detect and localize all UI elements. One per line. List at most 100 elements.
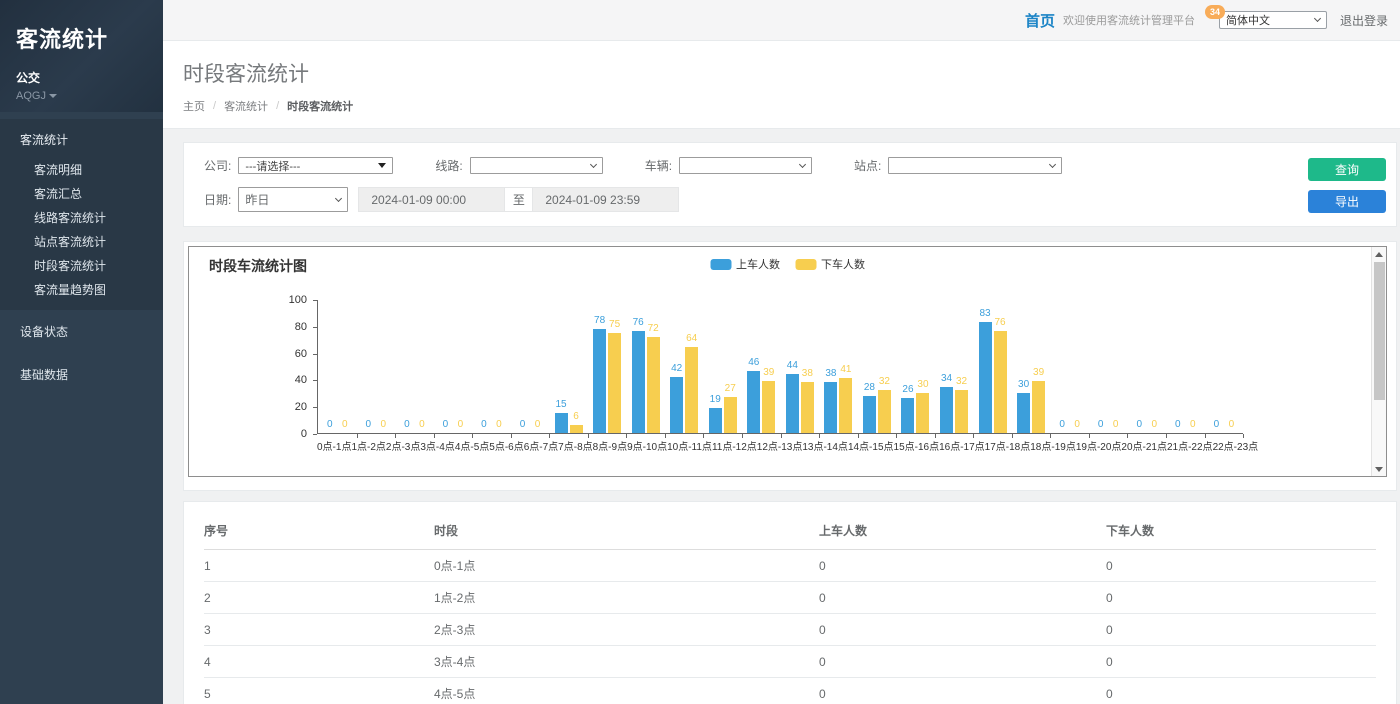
bar-上车人数[interactable] (632, 331, 645, 433)
bar-上车人数[interactable] (863, 396, 876, 434)
date-start-input[interactable]: 2024-01-09 00:00 (358, 187, 505, 212)
bar-上车人数[interactable] (670, 377, 683, 433)
sidebar: 客流统计 公交 AQGJ 客流统计 客流明细客流汇总线路客流统计站点客流统计时段… (0, 0, 163, 704)
line-label: 线路: (435, 157, 462, 174)
sidebar-item-sub[interactable]: 线路客流统计 (0, 206, 163, 230)
bar-下车人数[interactable] (647, 337, 660, 434)
bar-value-label: 0 (381, 419, 387, 430)
table-row: 21点-2点00 (204, 582, 1376, 614)
bar-上车人数[interactable] (786, 374, 799, 433)
legend-item[interactable]: 上车人数 (710, 256, 780, 272)
table-cell: 0点-1点 (434, 550, 819, 582)
bar-下车人数[interactable] (762, 381, 775, 433)
bar-value-label: 0 (496, 419, 502, 430)
x-axis-tick-label: 13点-14点 (802, 438, 848, 453)
table-cell: 0 (1106, 678, 1376, 704)
home-link[interactable]: 首页 (1025, 10, 1055, 31)
bar-value-label: 44 (787, 360, 798, 371)
chevron-down-icon (1049, 160, 1056, 167)
breadcrumb-item[interactable]: 客流统计 (224, 98, 268, 114)
company-select[interactable]: ---请选择--- (238, 157, 393, 174)
legend-item[interactable]: 下车人数 (795, 256, 865, 272)
sidebar-item[interactable]: 设备状态 (0, 310, 163, 353)
notification-badge[interactable]: 34 (1205, 5, 1225, 19)
bar-下车人数[interactable] (1032, 381, 1045, 433)
bar-上车人数[interactable] (824, 382, 837, 433)
table-row: 54点-5点00 (204, 678, 1376, 704)
x-axis-tick-label: 21点-22点 (1167, 438, 1213, 453)
sidebar-item-passenger-stats[interactable]: 客流统计 (0, 119, 163, 158)
bar-上车人数[interactable] (709, 408, 722, 434)
chevron-down-icon (49, 94, 57, 98)
bar-value-label: 46 (748, 357, 759, 368)
sidebar-item-sub[interactable]: 站点客流统计 (0, 230, 163, 254)
language-select[interactable]: 简体中文 (1219, 11, 1327, 29)
bar-下车人数[interactable] (994, 331, 1007, 433)
chart-category-group: 7875 (588, 300, 627, 433)
station-select[interactable] (888, 157, 1062, 174)
bar-下车人数[interactable] (724, 397, 737, 433)
logout-link[interactable]: 退出登录 (1340, 12, 1388, 29)
bar-wrapper: 27 (724, 397, 737, 433)
bar-value-label: 0 (366, 419, 372, 430)
scrollbar-down-arrow-icon[interactable] (1372, 462, 1386, 476)
chart-category-group: 00 (434, 300, 473, 433)
bar-上车人数[interactable] (747, 371, 760, 433)
sidebar-item[interactable]: 基础数据 (0, 353, 163, 396)
x-axis-tick-label: 4点-5点 (455, 438, 489, 453)
query-button[interactable]: 查询 (1308, 158, 1386, 181)
sidebar-item-sub[interactable]: 客流汇总 (0, 182, 163, 206)
export-button[interactable]: 导出 (1308, 190, 1386, 213)
y-axis-tick-label: 100 (189, 294, 307, 306)
breadcrumb-item[interactable]: 主页 (183, 98, 205, 114)
table-cell: 0 (819, 678, 1106, 704)
legend-swatch-icon (795, 259, 816, 270)
bar-下车人数[interactable] (839, 378, 852, 433)
bar-value-label: 0 (1074, 419, 1080, 430)
bar-下车人数[interactable] (685, 347, 698, 433)
bar-value-label: 78 (594, 315, 605, 326)
scrollbar-thumb[interactable] (1374, 262, 1385, 400)
table-cell: 1 (204, 550, 434, 582)
table-cell: 2点-3点 (434, 614, 819, 646)
org-code-dropdown[interactable]: AQGJ (16, 90, 147, 102)
bar-下车人数[interactable] (801, 382, 814, 433)
bar-下车人数[interactable] (570, 425, 583, 433)
bar-上车人数[interactable] (901, 398, 914, 433)
bar-下车人数[interactable] (916, 393, 929, 433)
vehicle-select[interactable] (679, 157, 812, 174)
chart-category-group: 2630 (896, 300, 935, 433)
bar-上车人数[interactable] (555, 413, 568, 433)
chart-category-group: 00 (472, 300, 511, 433)
sidebar-item-sub[interactable]: 客流明细 (0, 158, 163, 182)
x-axis-tick-label: 9点-10点 (627, 438, 667, 453)
bar-上车人数[interactable] (979, 322, 992, 433)
bar-wrapper: 34 (940, 387, 953, 433)
chevron-down-icon (590, 160, 597, 167)
date-end-input[interactable]: 2024-01-09 23:59 (532, 187, 679, 212)
chart-category-group: 00 (1205, 300, 1244, 433)
table-cell: 3 (204, 614, 434, 646)
chart-category-group: 3432 (935, 300, 974, 433)
chart-scrollbar[interactable] (1371, 247, 1386, 476)
sidebar-item-active[interactable]: 时段客流统计 (0, 254, 163, 278)
chart-category-group: 00 (1089, 300, 1128, 433)
bar-上车人数[interactable] (593, 329, 606, 434)
bar-下车人数[interactable] (608, 333, 621, 434)
vehicle-label: 车辆: (645, 157, 672, 174)
x-axis-tick-label: 14点-15点 (848, 438, 894, 453)
bar-上车人数[interactable] (1017, 393, 1030, 433)
legend-swatch-icon (710, 259, 731, 270)
table-row: 43点-4点00 (204, 646, 1376, 678)
date-preset-select[interactable]: 昨日 (238, 187, 348, 212)
scrollbar-up-arrow-icon[interactable] (1372, 247, 1386, 261)
bar-上车人数[interactable] (940, 387, 953, 433)
x-axis-tick-label: 16点-17点 (939, 438, 985, 453)
legend-label: 下车人数 (821, 256, 865, 272)
table-cell: 0 (1106, 582, 1376, 614)
bar-下车人数[interactable] (878, 390, 891, 433)
bar-wrapper: 38 (824, 382, 837, 433)
sidebar-item-sub[interactable]: 客流量趋势图 (0, 278, 163, 302)
line-select[interactable] (470, 157, 603, 174)
bar-下车人数[interactable] (955, 390, 968, 433)
